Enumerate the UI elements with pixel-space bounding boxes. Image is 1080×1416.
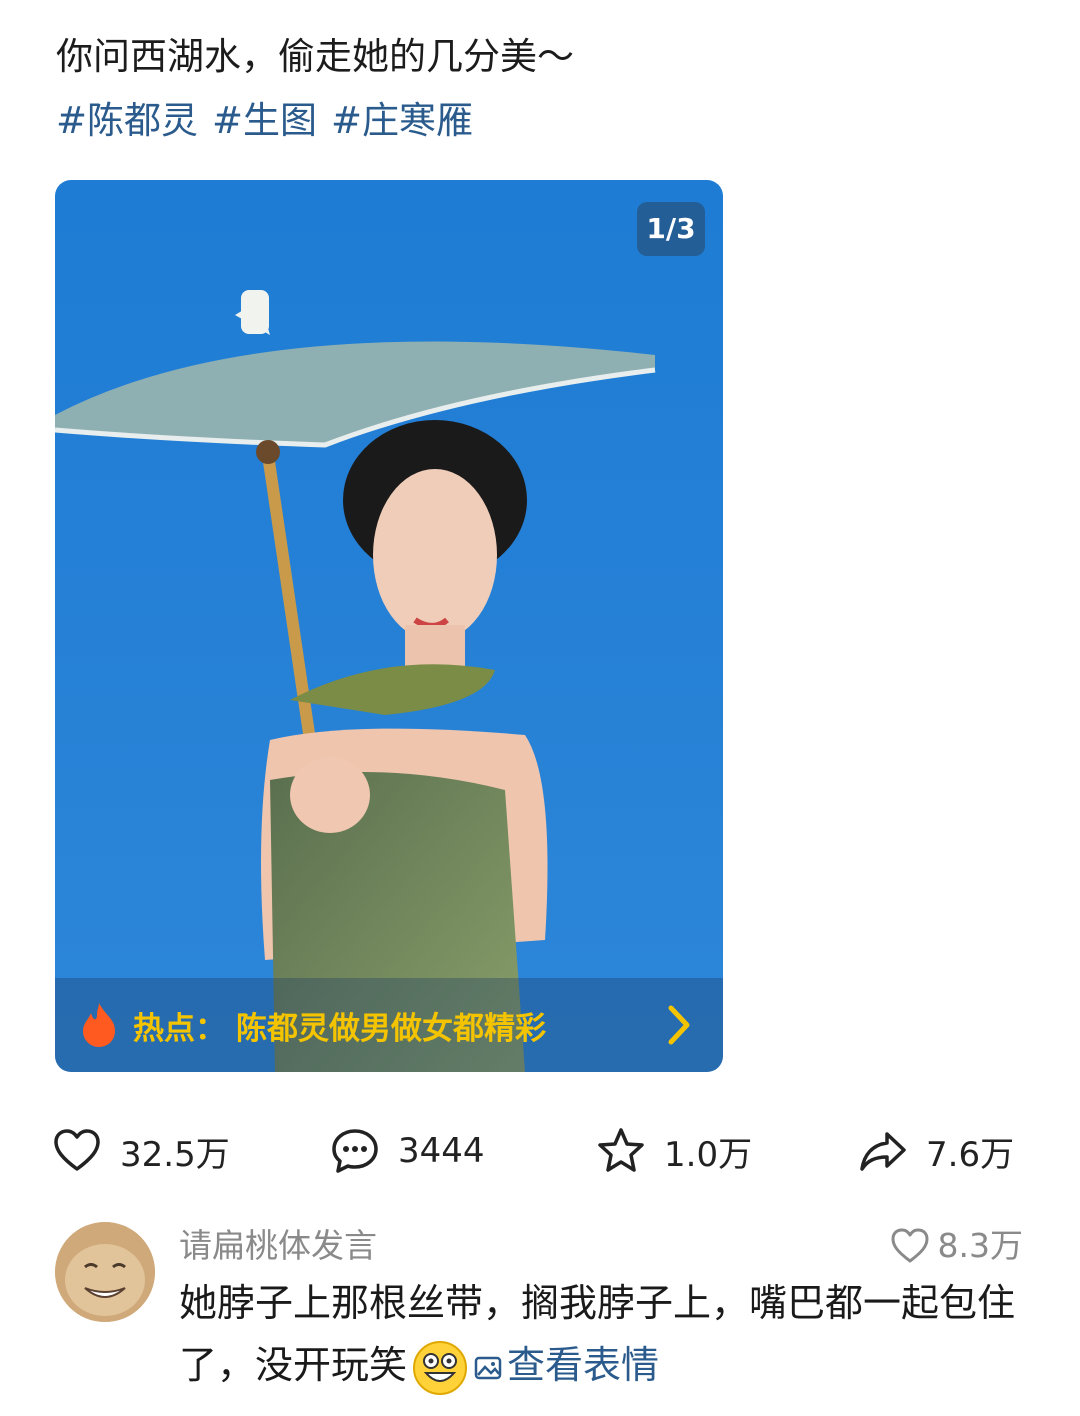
like-button[interactable]: 32.5万 (52, 1118, 230, 1184)
star-icon (598, 1128, 644, 1172)
comment-username[interactable]: 请扁桃体发言 (179, 1222, 377, 1270)
heart-icon (891, 1228, 929, 1263)
comment-like-button[interactable]: 8.3万 (890, 1222, 1023, 1270)
page-indicator: 1/3 (637, 202, 705, 256)
hot-title: 陈都灵做男做女都精彩 (236, 1010, 546, 1047)
comment-like-count: 8.3万 (937, 1226, 1023, 1265)
avatar[interactable] (55, 1222, 155, 1322)
chevron-right-icon (668, 1005, 690, 1045)
post-photo[interactable]: 1/3 热点： 陈都灵做男做女都精彩 (55, 180, 723, 1072)
photo-image (55, 180, 723, 1072)
image-icon (474, 1356, 502, 1379)
favorite-count: 1.0万 (664, 1134, 753, 1175)
hashtag-zhuang-hanyan[interactable]: #庄寒雁 (331, 99, 473, 142)
cat-face-avatar-image (55, 1222, 155, 1322)
view-emoji-label: 查看表情 (507, 1343, 660, 1387)
comment-button[interactable]: 3444 (330, 1118, 485, 1184)
post-text: 你问西湖水，偷走她的几分美～ (56, 35, 574, 78)
comment-text-block: 她脖子上那根丝带，搁我脖子上，嘴巴都一起包住了，没开玩笑 查看表情 (179, 1272, 1049, 1397)
hashtags: #陈都灵 #生图 #庄寒雁 (56, 94, 487, 148)
action-bar: 32.5万 3444 1.0万 7.6万 (0, 1118, 1080, 1184)
comment-icon (332, 1129, 378, 1173)
share-icon (860, 1132, 906, 1171)
hashtag-chen-duling[interactable]: #陈都灵 (56, 99, 198, 142)
share-count: 7.6万 (926, 1134, 1015, 1175)
hashtag-shengtu[interactable]: #生图 (212, 99, 317, 142)
heart-icon (54, 1129, 100, 1171)
flame-icon (83, 1003, 115, 1047)
favorite-button[interactable]: 1.0万 (596, 1118, 752, 1184)
like-count: 32.5万 (120, 1134, 230, 1175)
hot-label: 热点： (133, 1010, 226, 1047)
laughing-emoji-icon (413, 1340, 468, 1395)
hot-topic-bar[interactable]: 热点： 陈都灵做男做女都精彩 (55, 978, 723, 1072)
comment-count: 3444 (398, 1131, 485, 1171)
share-button[interactable]: 7.6万 (858, 1118, 1014, 1184)
view-emoji-link[interactable]: 查看表情 (473, 1343, 659, 1387)
